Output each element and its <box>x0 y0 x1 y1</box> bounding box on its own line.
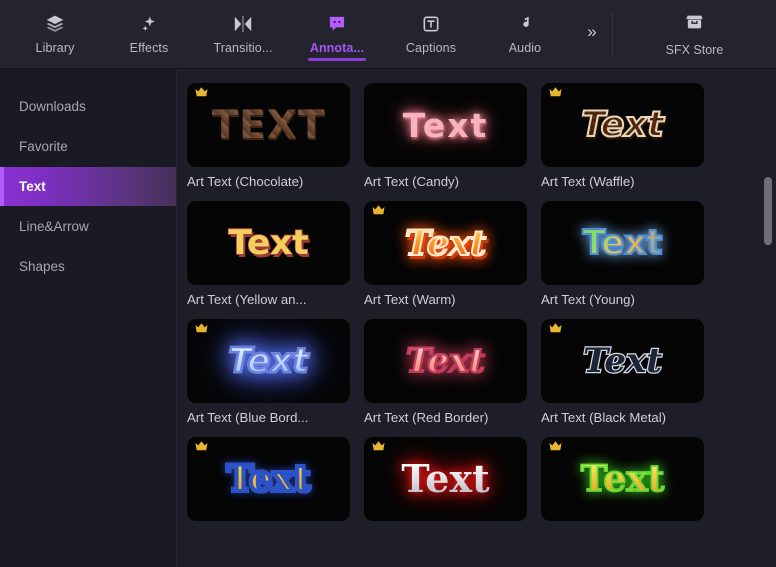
tab-library[interactable]: Library <box>8 0 102 68</box>
template-thumbnail[interactable]: Text <box>364 83 527 167</box>
crown-icon <box>194 86 209 102</box>
template-thumbnail[interactable]: Text <box>364 201 527 285</box>
template-preview-text: Text <box>580 104 664 145</box>
tab-label: Library <box>35 41 75 55</box>
tab-label: Effects <box>129 41 169 55</box>
tab-label: Audio <box>508 41 542 55</box>
template-thumbnail[interactable]: Text <box>541 437 704 521</box>
chevron-double-right-icon[interactable]: » <box>572 0 612 68</box>
template-thumbnail[interactable]: Text <box>187 437 350 521</box>
template-card[interactable]: Text Art Text (Young) <box>541 201 704 307</box>
template-preview-text: Text <box>580 458 665 500</box>
template-preview-text: Text <box>227 341 310 381</box>
main-body: Downloads Favorite Text Line&Arrow Shape… <box>0 69 776 567</box>
template-preview-text: Text <box>405 341 486 381</box>
template-card[interactable]: Text Art Text (Blue Bord... <box>187 319 350 425</box>
template-card[interactable]: Text Art Text (Candy) <box>364 83 527 189</box>
app-root: Library Effects Transitio... Annota... C… <box>0 0 776 567</box>
annotation-icon <box>327 13 347 35</box>
scrollbar-thumb[interactable] <box>764 177 772 245</box>
sidebar-item-label: Line&Arrow <box>19 219 89 234</box>
template-thumbnail[interactable]: Text <box>364 319 527 403</box>
sidebar-item-label: Shapes <box>19 259 65 274</box>
sidebar-item-label: Downloads <box>19 99 86 114</box>
template-thumbnail[interactable]: Text <box>541 319 704 403</box>
sfx-store-button[interactable]: SFX Store <box>613 0 776 68</box>
template-caption: Art Text (Waffle) <box>541 174 635 189</box>
tab-transitions[interactable]: Transitio... <box>196 0 290 68</box>
template-preview-text: Text <box>225 458 313 500</box>
template-caption: Art Text (Red Border) <box>364 410 489 425</box>
template-thumbnail[interactable]: TEXT <box>187 83 350 167</box>
sparkle-icon <box>139 13 159 35</box>
template-caption: Art Text (Blue Bord... <box>187 410 309 425</box>
template-caption: Art Text (Chocolate) <box>187 174 304 189</box>
music-note-icon <box>515 13 535 35</box>
sidebar-item-label: Text <box>19 179 46 194</box>
template-thumbnail[interactable]: Text <box>187 201 350 285</box>
caption-t-icon <box>421 13 441 35</box>
template-gallery: TEXT Art Text (Chocolate) Text Art Text (Ca… <box>177 69 776 567</box>
vertical-scrollbar[interactable] <box>764 69 772 567</box>
template-preview-text: Text <box>402 105 489 145</box>
template-caption: Art Text (Young) <box>541 292 635 307</box>
template-card[interactable]: Text <box>541 437 704 528</box>
template-thumbnail[interactable]: Text <box>541 83 704 167</box>
template-caption: Art Text (Black Metal) <box>541 410 667 425</box>
template-preview-text: Text <box>228 223 309 263</box>
sidebar-item-text[interactable]: Text <box>0 167 176 206</box>
template-card[interactable]: Text <box>364 437 527 528</box>
template-caption: Art Text (Candy) <box>364 174 460 189</box>
sidebar-item-label: Favorite <box>19 139 68 154</box>
tab-effects[interactable]: Effects <box>102 0 196 68</box>
transition-icon <box>232 13 254 35</box>
crown-icon <box>548 86 563 102</box>
tab-annotation[interactable]: Annota... <box>290 0 384 68</box>
category-sidebar: Downloads Favorite Text Line&Arrow Shape… <box>0 69 177 567</box>
template-preview-text: Text <box>582 341 664 381</box>
template-card[interactable]: Text Art Text (Waffle) <box>541 83 704 189</box>
tab-audio[interactable]: Audio <box>478 0 572 68</box>
tab-label: Transitio... <box>213 41 273 55</box>
template-card[interactable]: Text Art Text (Black Metal) <box>541 319 704 425</box>
crown-icon <box>548 440 563 456</box>
tab-label: Captions <box>405 41 457 55</box>
template-grid: TEXT Art Text (Chocolate) Text Art Text (Ca… <box>187 83 760 528</box>
template-preview-text: Text <box>404 222 487 264</box>
template-thumbnail[interactable]: Text <box>364 437 527 521</box>
template-card[interactable]: Text Art Text (Yellow an... <box>187 201 350 307</box>
store-icon <box>684 12 705 37</box>
tab-label: Annota... <box>309 41 365 55</box>
template-thumbnail[interactable]: Text <box>541 201 704 285</box>
sfx-store-label: SFX Store <box>665 42 724 57</box>
template-card[interactable]: Text <box>187 437 350 528</box>
crown-icon <box>548 322 563 338</box>
template-caption: Art Text (Warm) <box>364 292 456 307</box>
crown-icon <box>194 440 209 456</box>
sidebar-item-shapes[interactable]: Shapes <box>0 247 176 286</box>
top-toolbar: Library Effects Transitio... Annota... C… <box>0 0 776 69</box>
template-caption: Art Text (Yellow an... <box>187 292 307 307</box>
template-thumbnail[interactable]: Text <box>187 319 350 403</box>
template-preview-text: TEXT <box>211 102 326 148</box>
template-card[interactable]: Text Art Text (Warm) <box>364 201 527 307</box>
crown-icon <box>371 440 386 456</box>
template-preview-text: Text <box>401 456 490 501</box>
template-card[interactable]: Text Art Text (Red Border) <box>364 319 527 425</box>
tab-active-underline <box>308 58 366 61</box>
tab-captions[interactable]: Captions <box>384 0 478 68</box>
template-card[interactable]: TEXT Art Text (Chocolate) <box>187 83 350 189</box>
sidebar-item-downloads[interactable]: Downloads <box>0 87 176 126</box>
toolbar-tab-list: Library Effects Transitio... Annota... C… <box>0 0 612 68</box>
sidebar-item-line-and-arrow[interactable]: Line&Arrow <box>0 207 176 246</box>
template-preview-text: Text <box>582 223 664 263</box>
crown-icon <box>371 204 386 220</box>
crown-icon <box>194 322 209 338</box>
sidebar-item-favorite[interactable]: Favorite <box>0 127 176 166</box>
layers-icon <box>45 13 65 35</box>
